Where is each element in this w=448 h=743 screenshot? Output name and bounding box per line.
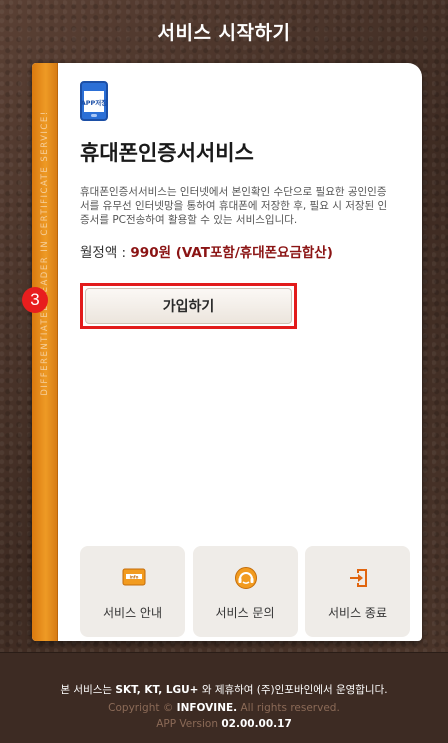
exit-door-icon <box>347 566 369 588</box>
price-value: 990원 (VAT포함/휴대폰요금합산) <box>130 245 333 261</box>
version-label: APP Version <box>156 718 222 730</box>
footer-notice-prefix: 본 서비스는 <box>60 684 116 696</box>
service-content: APP저장 휴대폰인증서서비스 휴대폰인증서서비스는 인터넷에서 본인확인 수단… <box>80 81 412 261</box>
page-title: 서비스 시작하기 <box>157 21 291 44</box>
footer-version: APP Version 02.00.00.17 <box>0 718 448 730</box>
info-card-icon: info <box>122 566 145 588</box>
title-bar: 서비스 시작하기 <box>0 0 448 62</box>
price-label: 월정액 : <box>80 245 131 261</box>
footer-copyright: Copyright © INFOVINE. All rights reserve… <box>0 702 448 714</box>
service-info-label: 서비스 안내 <box>102 606 162 620</box>
app-icon-label: APP저장 <box>80 98 108 107</box>
footer-notice: 본 서비스는 SKT, KT, LGU+ 와 제휴하여 (주)인포바인에서 운영… <box>0 682 448 697</box>
headset-icon <box>234 566 257 589</box>
price-line: 월정액 : 990원 (VAT포함/휴대폰요금합산) <box>80 241 412 261</box>
phone-app-icon: APP저장 <box>80 81 108 121</box>
svg-text:info: info <box>129 574 138 579</box>
join-button[interactable]: 가입하기 <box>85 288 292 324</box>
service-exit-button[interactable]: 서비스 종료 <box>305 546 410 637</box>
footer-carriers: SKT, KT, LGU+ <box>115 684 199 696</box>
service-inquiry-label: 서비스 문의 <box>215 606 275 620</box>
copyright-prefix: Copyright © <box>108 702 177 714</box>
copyright-company: INFOVINE. <box>176 702 238 714</box>
service-description: 휴대폰인증서서비스는 인터넷에서 본인확인 수단으로 필요한 공인인증서를 유무… <box>80 186 388 226</box>
service-inquiry-button[interactable]: 서비스 문의 <box>192 546 298 637</box>
join-button-highlight[interactable]: 가입하기 <box>80 283 297 329</box>
copyright-suffix: All rights reserved. <box>237 702 340 714</box>
bottom-menu: info 서비스 안내 서비스 문의 서비스 종료 <box>80 546 410 637</box>
step-badge: 3 <box>22 287 48 313</box>
version-value: 02.00.00.17 <box>221 718 292 730</box>
ribbon-text: DIFFERENTIATED LEADER IN CERTIFICATE SER… <box>40 110 50 396</box>
service-title: 휴대폰인증서서비스 <box>80 141 254 165</box>
footer: 본 서비스는 SKT, KT, LGU+ 와 제휴하여 (주)인포바인에서 운영… <box>0 652 448 743</box>
footer-notice-suffix: 와 제휴하여 (주)인포바인에서 운영합니다. <box>198 684 388 696</box>
side-ribbon: DIFFERENTIATED LEADER IN CERTIFICATE SER… <box>32 63 58 641</box>
service-info-button[interactable]: info 서비스 안내 <box>80 546 185 637</box>
service-exit-label: 서비스 종료 <box>327 606 387 620</box>
